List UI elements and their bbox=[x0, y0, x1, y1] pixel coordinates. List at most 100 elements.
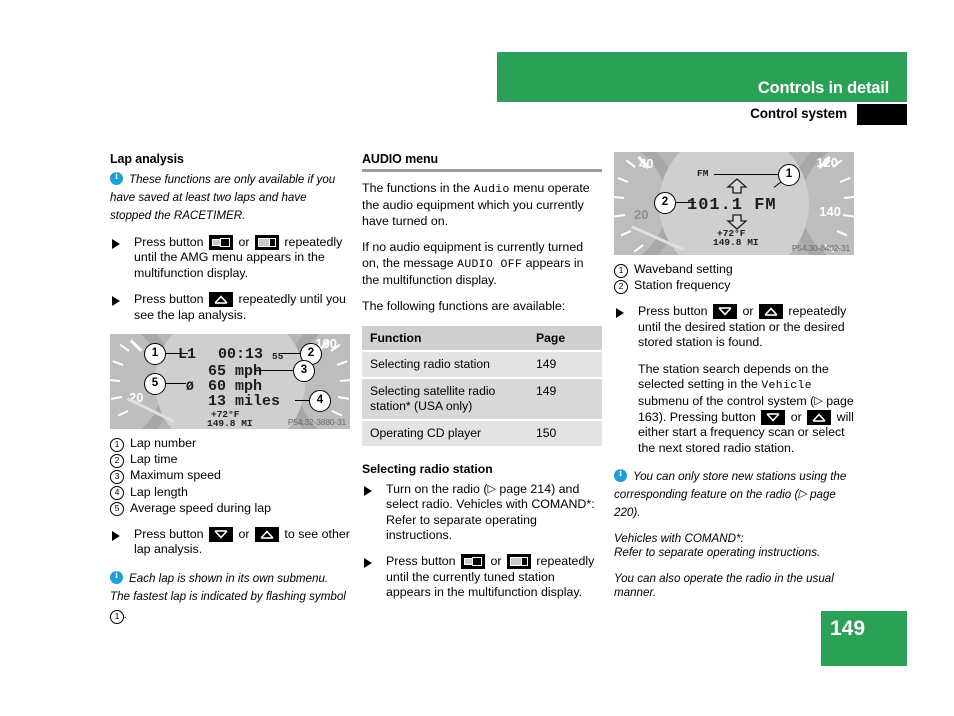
callout-5: 5 bbox=[144, 373, 166, 396]
display-lap-label: L1 bbox=[178, 346, 197, 364]
cell-function: Operating CD player bbox=[362, 419, 528, 448]
display-average-symbol: Ø bbox=[186, 379, 194, 395]
callout-2: 2 bbox=[654, 192, 676, 214]
para-text-c: ). Pressing button bbox=[658, 409, 756, 424]
step-or: or bbox=[742, 304, 754, 319]
selecting-radio-station-heading: Selecting radio station bbox=[362, 461, 493, 476]
note-text: You can only store new stations using th… bbox=[614, 470, 846, 519]
note-text: Each lap is shown in its own submenu. Th… bbox=[110, 571, 346, 624]
page-reference: page 214 bbox=[499, 481, 552, 496]
info-icon bbox=[110, 171, 123, 185]
audio-paragraph-2: If no audio equipment is currently turne… bbox=[362, 240, 602, 288]
comand-note: Vehicles with COMAND*: Refer to separate… bbox=[614, 532, 854, 561]
legend-number: 1 bbox=[110, 437, 124, 452]
legend-number: 4 bbox=[110, 486, 124, 501]
menu-name-audio: Audio bbox=[473, 184, 510, 196]
cell-page: 149 bbox=[528, 377, 602, 421]
step-text-a: Press button bbox=[134, 292, 204, 307]
step-text-a: Turn on the radio ( bbox=[386, 481, 488, 496]
legend-item: 1 Waveband setting bbox=[614, 261, 854, 278]
manual-page: Controls in detail Control system Lap an… bbox=[0, 0, 954, 716]
legend-label: Average speed during lap bbox=[130, 500, 271, 515]
legend-number: 2 bbox=[110, 453, 124, 468]
right-column: 40 120 20 140 FM 101.1 FM +72°F 149.8 MI… bbox=[614, 152, 854, 612]
audio-paragraph-3: The following functions are available: bbox=[362, 299, 566, 314]
display-band-small: FM bbox=[697, 168, 709, 179]
note-text-b: ). bbox=[633, 506, 641, 520]
submenu-name-vehicle: Vehicle bbox=[761, 380, 812, 393]
middle-column: AUDIO menu The functions in the Audio me… bbox=[362, 152, 602, 612]
audio-menu-heading: AUDIO menu bbox=[362, 152, 602, 172]
legend-item: 3 Maximum speed bbox=[110, 467, 350, 484]
legend-number: 3 bbox=[110, 469, 124, 484]
comand-note-line-1: Vehicles with COMAND*: bbox=[614, 532, 744, 546]
para-or: or bbox=[790, 409, 802, 424]
panel-right-button-icon bbox=[254, 235, 279, 250]
callout-3: 3 bbox=[293, 360, 315, 383]
step-text-a: Press button bbox=[638, 304, 708, 319]
header-subtitle-row: Control system bbox=[497, 104, 907, 125]
note-text: These functions are only available if yo… bbox=[110, 173, 336, 222]
panel-right-button-icon bbox=[506, 554, 531, 570]
comand-note-line-2: Refer to separate operating instructions… bbox=[614, 546, 821, 560]
lap-analysis-note-2: Each lap is shown in its own submenu. Th… bbox=[110, 569, 350, 624]
inline-callout-number: 1 bbox=[110, 609, 124, 624]
note-text-post: . bbox=[124, 607, 128, 621]
legend-item: 4 Lap length bbox=[110, 484, 350, 501]
figure-code: P54.30-8402-31 bbox=[791, 243, 850, 253]
legend-number: 1 bbox=[614, 263, 628, 278]
lap-step-3: Press button or to see other lap analysi… bbox=[110, 527, 350, 558]
header-chapter-title: Controls in detail bbox=[757, 79, 889, 97]
arrow-up-button-icon bbox=[254, 527, 279, 543]
page-ref-arrow-icon: ▷ bbox=[487, 482, 496, 495]
display-lap-length: 13 miles bbox=[208, 393, 281, 411]
step-text-a: Press button bbox=[386, 554, 456, 569]
gauge-number-120: 120 bbox=[816, 155, 838, 170]
page-ref-arrow-icon: ▷ bbox=[798, 488, 807, 501]
figure-lap-analysis: 20 100 L1 00:13 55 65 mph Ø 60 mph 13 mi… bbox=[110, 334, 350, 430]
arrow-up-button-icon bbox=[209, 292, 234, 308]
radio-step-1: Turn on the radio (▷ page 214) and selec… bbox=[362, 482, 602, 544]
message-audio-off: AUDIO OFF bbox=[457, 258, 523, 271]
column-header-function: Function bbox=[362, 325, 528, 352]
info-icon bbox=[110, 570, 123, 584]
function-page-table: Function Page Selecting radio station 14… bbox=[362, 325, 602, 448]
step-or: or bbox=[238, 235, 250, 249]
para-text-b: submenu of the control system ( bbox=[638, 394, 815, 409]
page-number-box: 149 bbox=[821, 611, 907, 666]
lap-figure-legend: 1 Lap number 2 Lap time 3 Maximum speed 4 La… bbox=[110, 435, 350, 517]
note-text-pre: Each lap is shown in its own submenu. Th… bbox=[110, 571, 346, 603]
figure-radio-display: 40 120 20 140 FM 101.1 FM +72°F 149.8 MI… bbox=[614, 152, 854, 255]
radio-step-2: Press button or repeatedly until the cur… bbox=[362, 554, 602, 600]
legend-label: Lap number bbox=[130, 436, 197, 451]
left-column: Lap analysis These functions are only av… bbox=[110, 152, 350, 635]
legend-number: 2 bbox=[614, 279, 628, 294]
page-ref-arrow-icon: ▷ bbox=[814, 395, 823, 408]
callout-4: 4 bbox=[309, 390, 331, 413]
station-search-paragraph: The station search depends on the select… bbox=[614, 362, 854, 456]
step-text-a: Press button bbox=[134, 527, 204, 542]
step-text-a: Press button bbox=[134, 235, 204, 249]
page-number: 149 bbox=[830, 617, 866, 640]
usual-manner-note: You can also operate the radio in the us… bbox=[614, 571, 834, 600]
header-section-title: Control system bbox=[750, 106, 847, 121]
cell-function: Selecting radio station bbox=[362, 350, 528, 379]
arrow-down-button-icon bbox=[713, 304, 738, 320]
gauge-number-20: 20 bbox=[634, 207, 649, 222]
callout-1: 1 bbox=[778, 164, 800, 186]
legend-label: Waveband setting bbox=[634, 262, 733, 276]
station-step-1: Press button or repeatedly until the des… bbox=[614, 304, 854, 350]
figure-code: P54.32-3880-31 bbox=[287, 417, 346, 428]
audio-paragraph-1: The functions in the Audio menu operate … bbox=[362, 181, 602, 229]
gauge-number-140: 140 bbox=[819, 204, 841, 219]
table-row: Selecting satellite radio station* (USA … bbox=[362, 377, 602, 421]
display-odometer: 149.8 MI bbox=[207, 418, 253, 430]
table-header-row: Function Page bbox=[362, 325, 602, 352]
info-icon bbox=[614, 468, 627, 483]
gauge-number-40: 40 bbox=[639, 156, 654, 171]
display-frequency: 101.1 FM bbox=[687, 196, 777, 215]
display-odometer: 149.8 MI bbox=[713, 237, 759, 248]
radio-figure-legend: 1 Waveband setting 2 Station frequency bbox=[614, 261, 854, 294]
table-row: Operating CD player 150 bbox=[362, 419, 602, 448]
cell-page: 149 bbox=[528, 350, 602, 379]
